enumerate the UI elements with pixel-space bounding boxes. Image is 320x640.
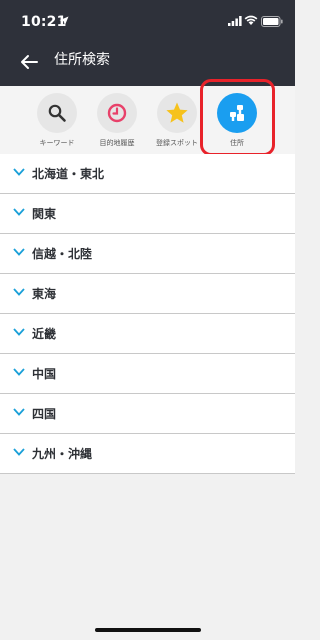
tab-saved-spots[interactable]: 登録スポット — [149, 93, 205, 151]
region-label: 東海 — [32, 287, 57, 301]
tab-saved-spots-label: 登録スポット — [156, 139, 198, 147]
tab-keyword[interactable]: キーワード — [29, 93, 85, 151]
location-arrow-icon — [59, 16, 69, 26]
region-item[interactable]: 東海 — [0, 274, 295, 314]
tab-keyword-label: キーワード — [39, 139, 75, 147]
star-icon — [166, 102, 188, 123]
region-item[interactable]: 九州・沖縄 — [0, 434, 295, 474]
region-item[interactable]: 関東 — [0, 194, 295, 234]
page-title: 住所検索 — [54, 52, 110, 68]
region-item[interactable]: 信越・北陸 — [0, 234, 295, 274]
region-label: 九州・沖縄 — [32, 447, 93, 461]
region-list: 北海道・東北 関東 信越・北陸 東海 近畿 中国 四国 九州・沖縄 — [0, 154, 295, 474]
region-label: 近畿 — [32, 327, 57, 341]
region-label: 北海道・東北 — [32, 167, 105, 181]
chevron-down-icon — [13, 288, 25, 296]
top-bar: 10:21 住所検索 — [0, 0, 295, 86]
search-icon — [48, 104, 66, 122]
chevron-down-icon — [13, 448, 25, 456]
region-label: 四国 — [32, 407, 57, 421]
back-arrow-icon[interactable] — [17, 50, 41, 74]
chevron-down-icon — [13, 368, 25, 376]
battery-icon — [261, 16, 283, 27]
chevron-down-icon — [13, 168, 25, 176]
tab-keyword-circle — [37, 93, 77, 133]
home-indicator[interactable] — [95, 628, 201, 632]
chevron-down-icon — [13, 208, 25, 216]
chevron-down-icon — [13, 328, 25, 336]
region-label: 中国 — [32, 367, 57, 381]
region-item[interactable]: 近畿 — [0, 314, 295, 354]
chevron-down-icon — [13, 248, 25, 256]
highlight-box — [200, 79, 275, 156]
tab-history-label: 目的地履歴 — [99, 139, 135, 147]
region-label: 信越・北陸 — [32, 247, 93, 261]
tab-history[interactable]: 目的地履歴 — [89, 93, 145, 151]
region-label: 関東 — [32, 207, 57, 221]
region-item[interactable]: 北海道・東北 — [0, 154, 295, 194]
status-bar: 10:21 — [0, 0, 295, 44]
tab-saved-spots-circle — [157, 93, 197, 133]
clock-icon — [107, 103, 127, 123]
chevron-down-icon — [13, 408, 25, 416]
wifi-icon — [244, 15, 258, 25]
region-item[interactable]: 四国 — [0, 394, 295, 434]
tab-history-circle — [97, 93, 137, 133]
signal-icon — [228, 16, 242, 26]
region-item[interactable]: 中国 — [0, 354, 295, 394]
